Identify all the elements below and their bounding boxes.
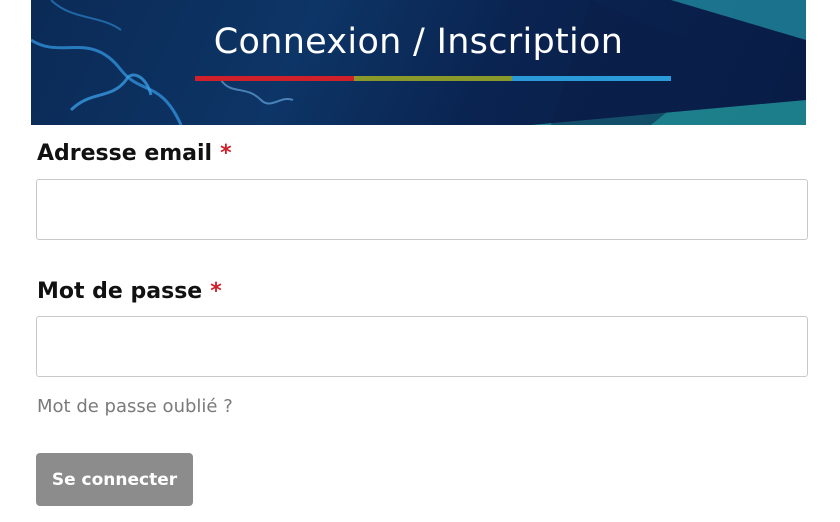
email-field[interactable] — [36, 179, 808, 240]
email-required-mark: * — [220, 141, 232, 166]
password-label-text: Mot de passe — [37, 279, 203, 304]
underline-segment-green — [353, 76, 513, 81]
email-label-text: Adresse email — [37, 141, 213, 166]
underline-segment-red — [195, 76, 354, 81]
email-label: Adresse email * — [37, 141, 232, 166]
underline-segment-blue — [512, 76, 672, 81]
password-label: Mot de passe * — [37, 279, 222, 304]
forgot-password-link[interactable]: Mot de passe oublié ? — [37, 396, 233, 417]
map-decoration-image — [31, 0, 806, 125]
title-underline — [195, 76, 672, 81]
password-required-mark: * — [210, 279, 222, 304]
password-field[interactable] — [36, 316, 808, 377]
header-banner: Connexion / Inscription — [31, 0, 806, 125]
login-button[interactable]: Se connecter — [36, 453, 193, 506]
page-title: Connexion / Inscription — [213, 22, 624, 62]
